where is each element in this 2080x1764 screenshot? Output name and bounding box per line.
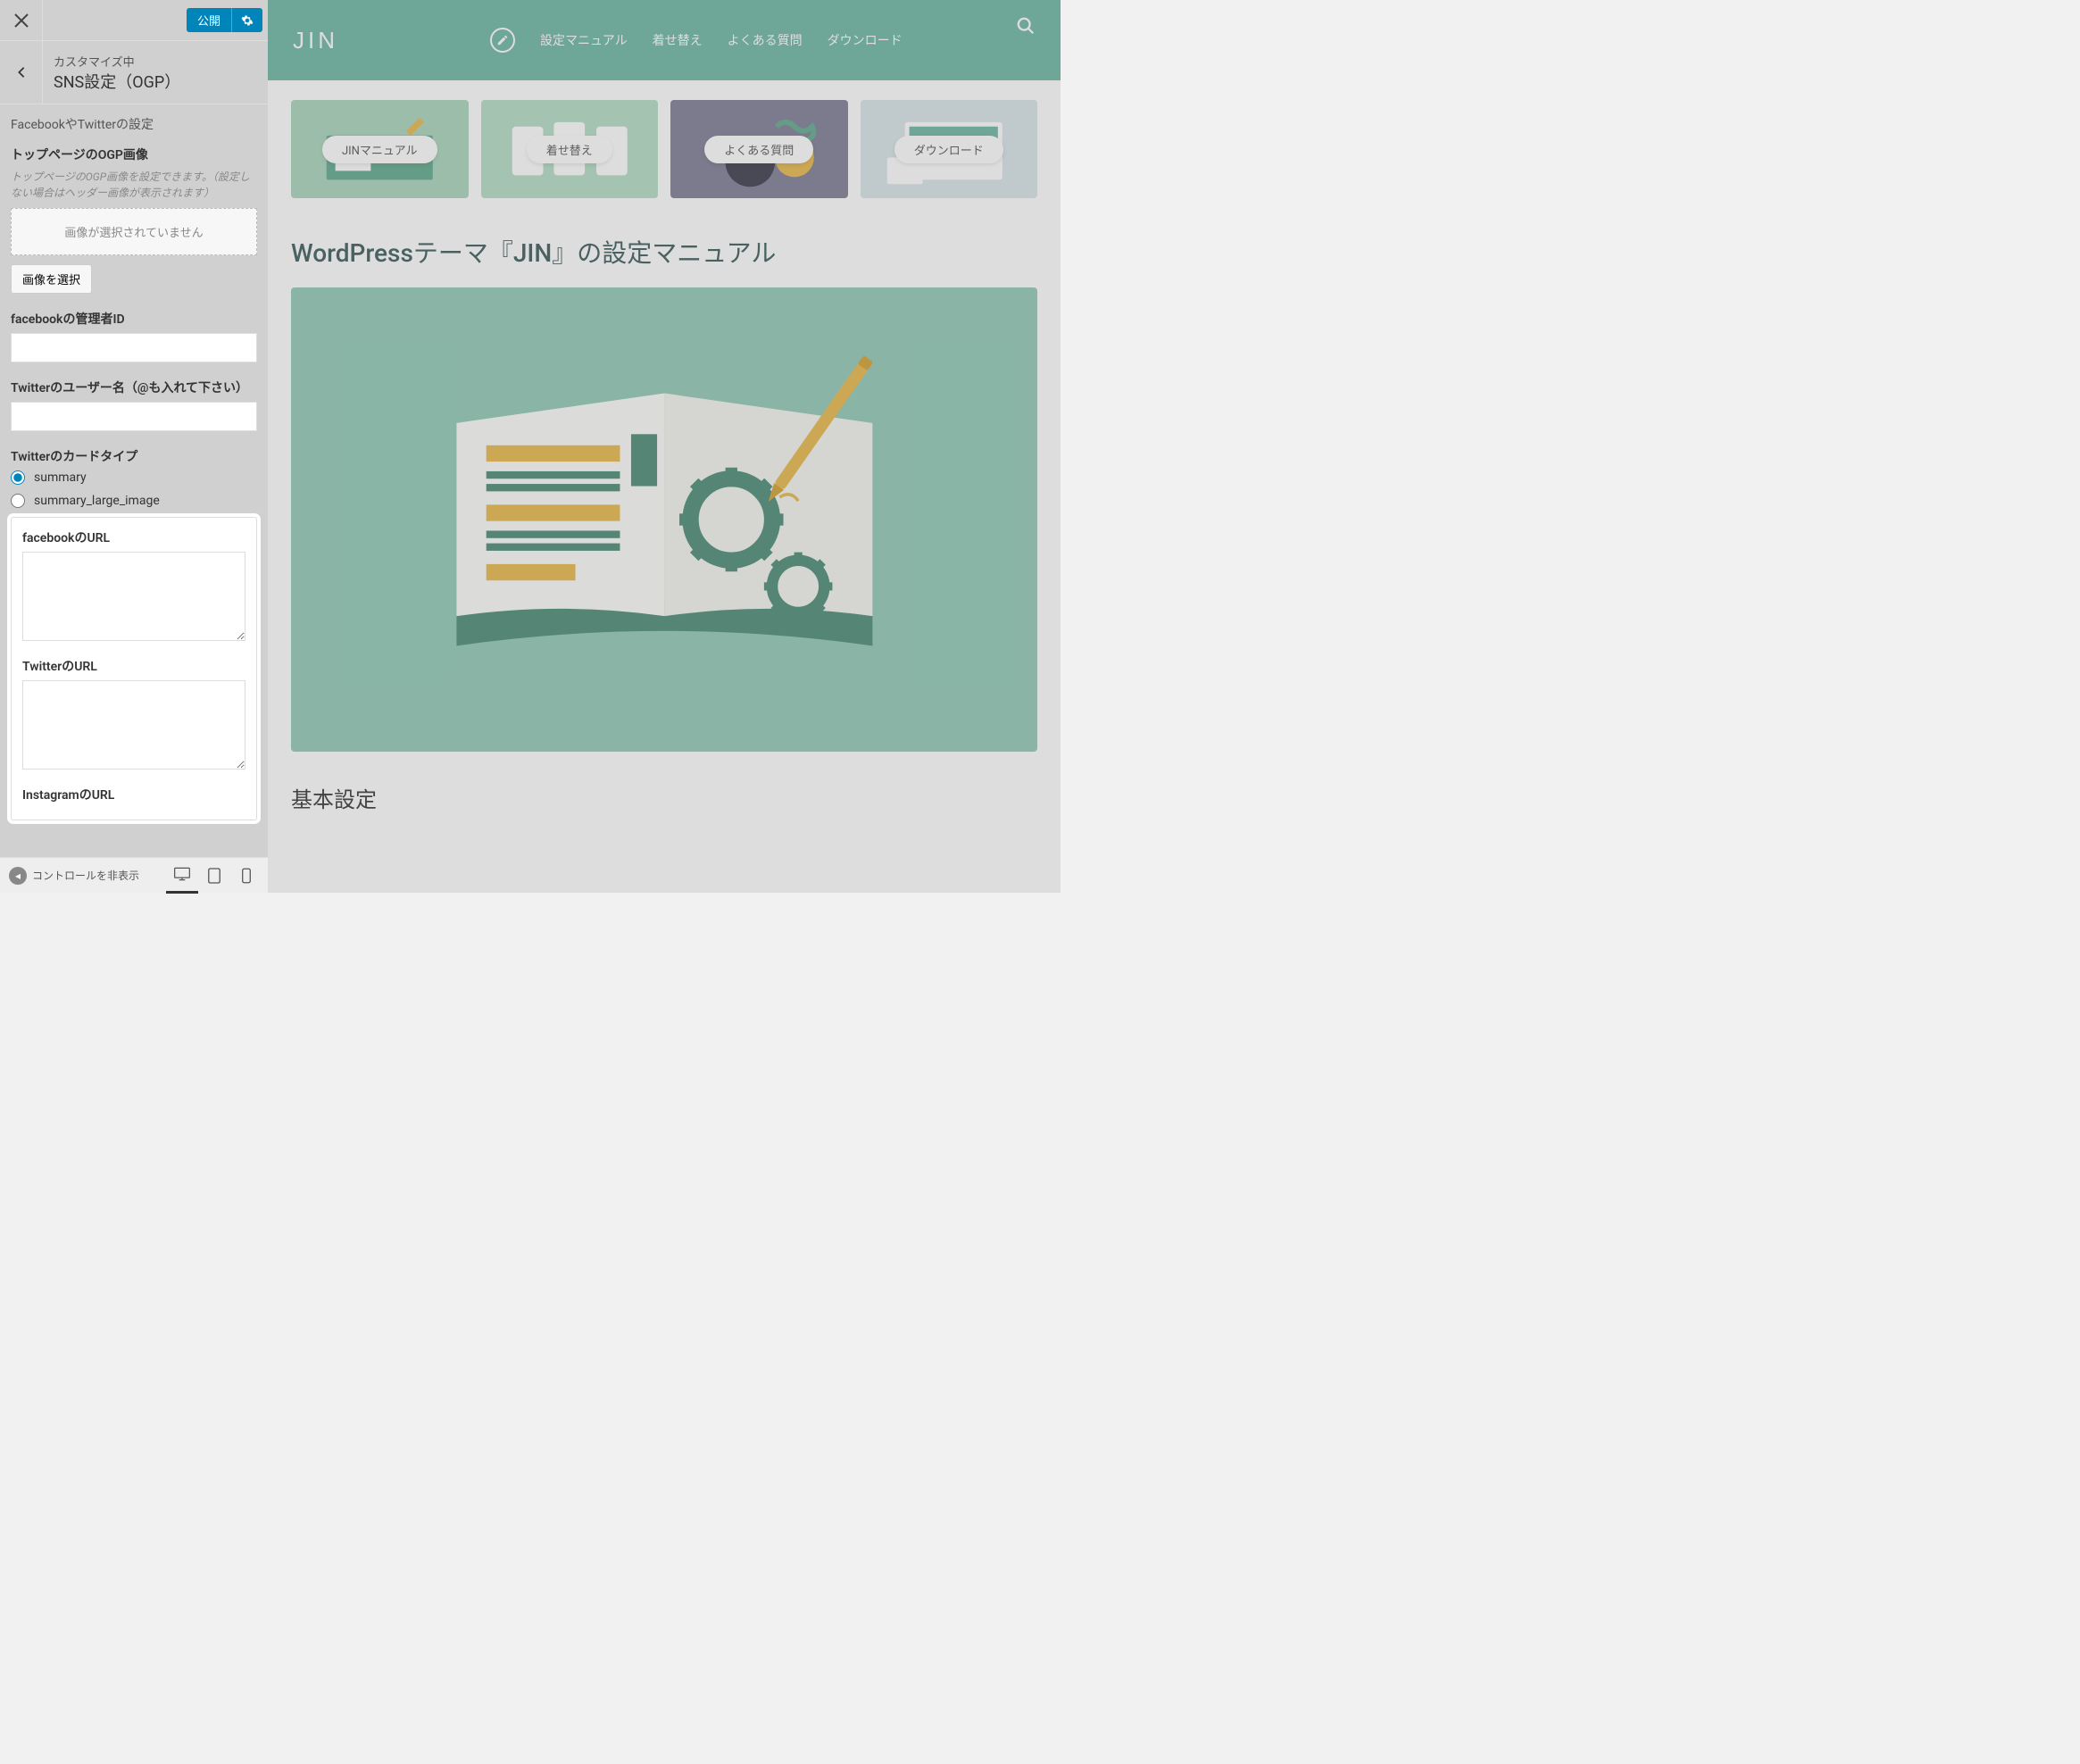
- ig-url-label: InstagramのURL: [22, 786, 245, 803]
- publish-button[interactable]: 公開: [187, 8, 231, 32]
- customizer-sidebar: 公開 カスタマイズ中 SNS設定（OGP） FacebookやTwitterの設…: [0, 0, 268, 893]
- collapse-icon: ◂: [9, 867, 27, 885]
- panel-header: カスタマイズ中 SNS設定（OGP）: [0, 41, 268, 104]
- sidebar-toolbar: 公開: [0, 0, 268, 41]
- radio-summary[interactable]: [11, 470, 25, 485]
- nav-item-pen[interactable]: [490, 28, 515, 53]
- page-title: WordPressテーマ『JIN』の設定マニュアル: [268, 218, 1061, 279]
- card-manual[interactable]: JINマニュアル: [291, 100, 469, 198]
- ogp-image-label: トップページのOGP画像: [11, 146, 257, 163]
- tw-url-label: TwitterのURL: [22, 657, 245, 675]
- settings-gear-button[interactable]: [231, 8, 262, 32]
- section-heading: 基本設定: [268, 761, 1061, 822]
- hero-illustration: [291, 287, 1037, 752]
- twitter-user-input[interactable]: [11, 402, 257, 431]
- fb-admin-input[interactable]: [11, 333, 257, 362]
- device-tablet-button[interactable]: [198, 858, 230, 894]
- site-header: JIN 設定マニュアル 着せ替え よくある質問 ダウンロード: [268, 0, 1061, 80]
- card-label: ダウンロード: [894, 136, 1003, 163]
- card-download[interactable]: ダウンロード: [861, 100, 1038, 198]
- ogp-image-placeholder: 画像が選択されていません: [11, 208, 257, 255]
- card-type-option-large[interactable]: summary_large_image: [11, 494, 257, 508]
- nav-item-manual[interactable]: 設定マニュアル: [540, 28, 628, 53]
- card-type-label: Twitterのカードタイプ: [11, 447, 257, 465]
- back-button[interactable]: [0, 41, 43, 104]
- pen-icon: [490, 28, 515, 53]
- card-type-option-summary[interactable]: summary: [11, 470, 257, 485]
- card-label: JINマニュアル: [322, 136, 437, 163]
- select-image-button[interactable]: 画像を選択: [11, 264, 92, 294]
- card-label: 着せ替え: [527, 136, 612, 163]
- url-fields-group: facebookのURL TwitterのURL InstagramのURL: [11, 517, 257, 820]
- card-faq[interactable]: よくある質問: [670, 100, 848, 198]
- feature-cards-row: JINマニュアル 着せ替え よくある質問 ダウンロード: [268, 80, 1061, 218]
- section-description: FacebookやTwitterの設定: [11, 115, 257, 133]
- site-preview: JIN 設定マニュアル 着せ替え よくある質問 ダウンロード JINマニュアル: [268, 0, 1061, 893]
- fb-url-label: facebookのURL: [22, 528, 245, 546]
- ogp-image-help: トップページのOGP画像を設定できます。（設定しない場合はヘッダー画像が表示され…: [11, 169, 257, 201]
- radio-summary-large[interactable]: [11, 494, 25, 508]
- site-logo[interactable]: JIN: [293, 27, 338, 54]
- customizing-label: カスタマイズ中: [54, 53, 180, 70]
- tw-url-input[interactable]: [22, 680, 245, 770]
- card-kisekae[interactable]: 着せ替え: [481, 100, 659, 198]
- twitter-user-label: Twitterのユーザー名（@も入れて下さい）: [11, 379, 257, 396]
- nav-item-download[interactable]: ダウンロード: [828, 28, 903, 53]
- search-icon[interactable]: [1016, 16, 1036, 39]
- panel-title: SNS設定（OGP）: [54, 70, 180, 93]
- sidebar-footer: ◂ コントロールを非表示: [0, 857, 268, 893]
- device-mobile-button[interactable]: [230, 858, 262, 894]
- fb-url-input[interactable]: [22, 552, 245, 641]
- collapse-controls-button[interactable]: ◂ コントロールを非表示: [0, 867, 166, 885]
- device-desktop-button[interactable]: [166, 858, 198, 894]
- nav-item-faq[interactable]: よくある質問: [728, 28, 803, 53]
- close-button[interactable]: [0, 0, 43, 41]
- fb-admin-label: facebookの管理者ID: [11, 310, 257, 328]
- nav-item-kisekae[interactable]: 着せ替え: [653, 28, 703, 53]
- card-label: よくある質問: [704, 136, 813, 163]
